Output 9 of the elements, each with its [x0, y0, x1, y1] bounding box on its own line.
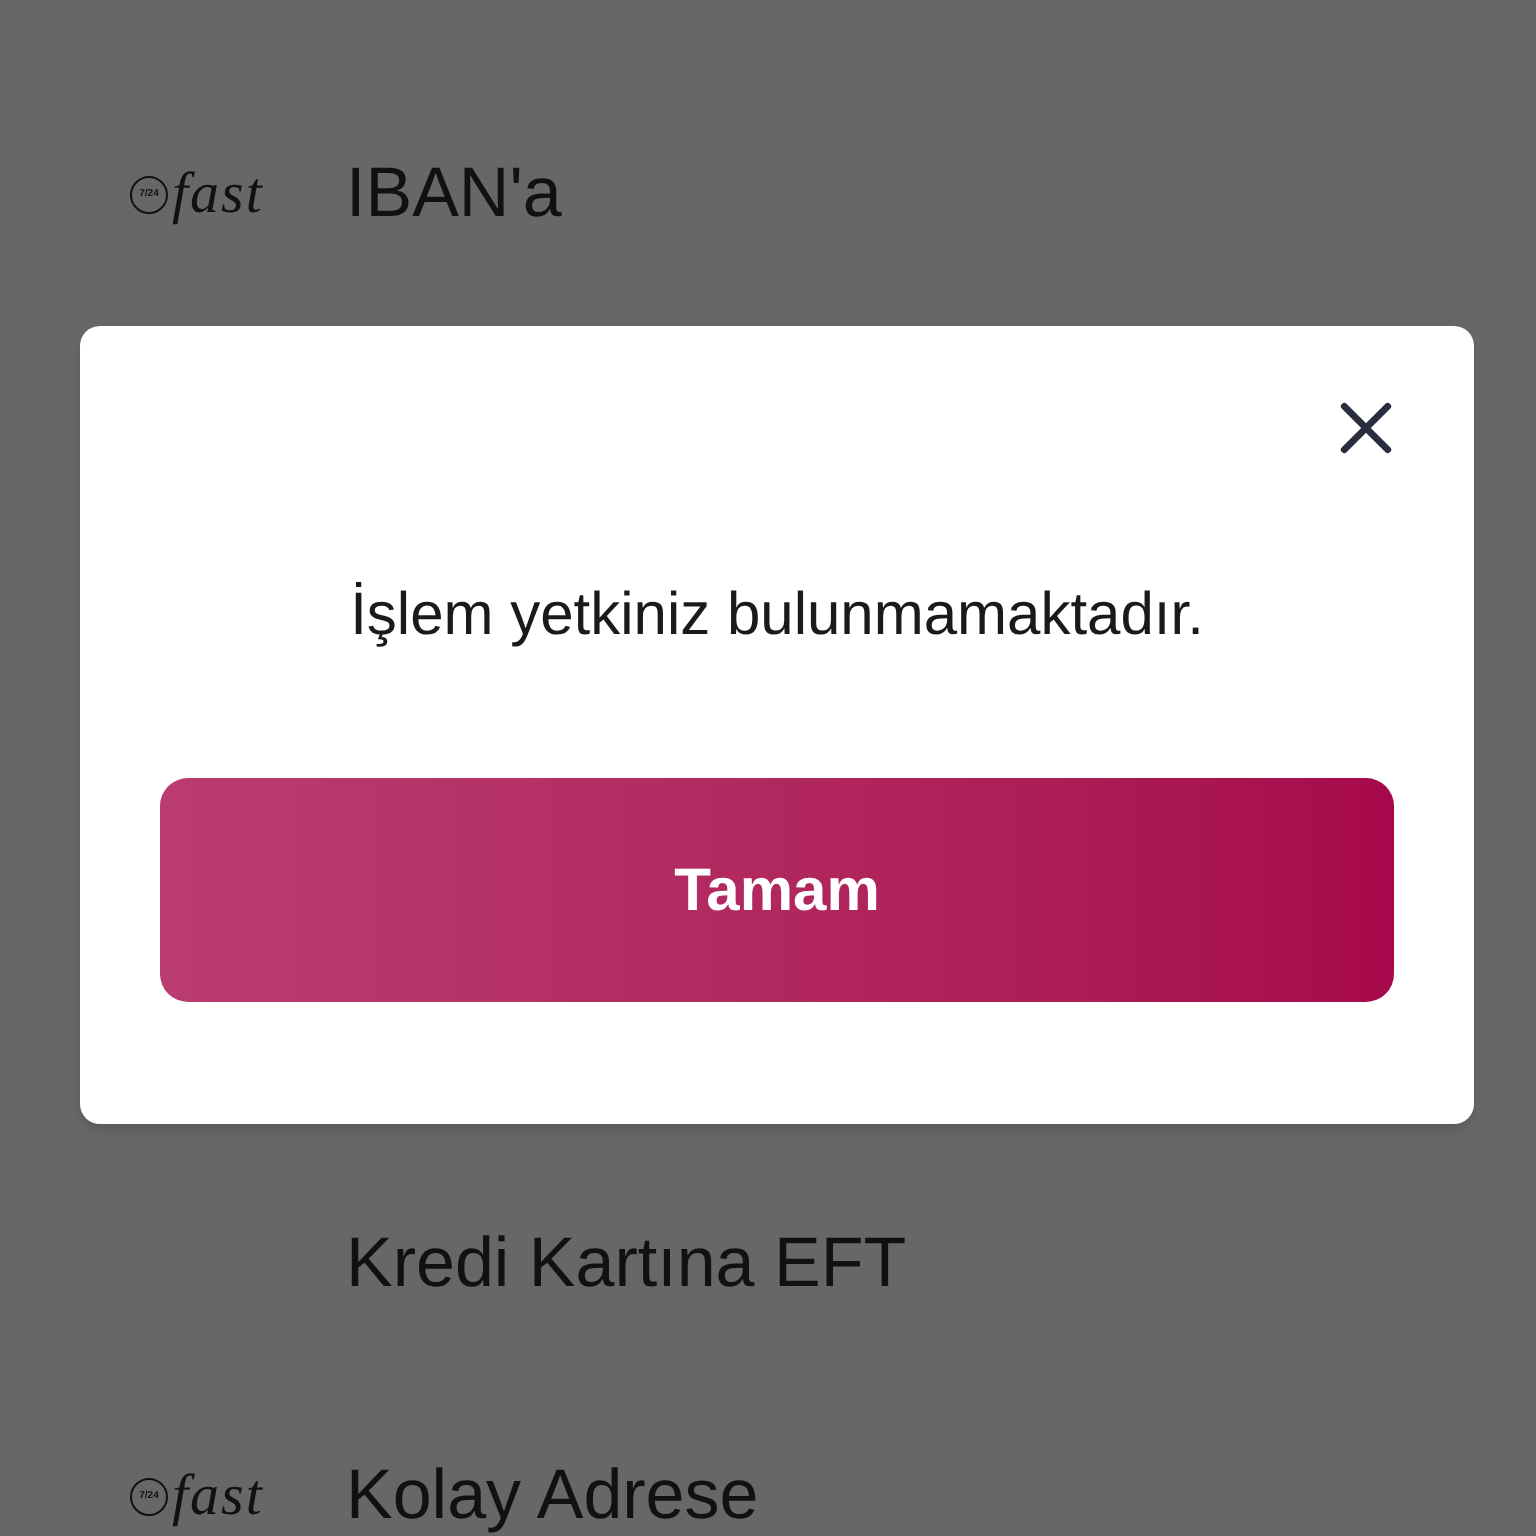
logo-wordmark: fast: [172, 1466, 264, 1526]
close-button[interactable]: [1338, 400, 1394, 456]
confirm-button[interactable]: Tamam: [160, 778, 1394, 1002]
logo-wordmark: fast: [172, 164, 264, 224]
transfer-option[interactable]: Kredi Kartına EFT: [346, 1224, 907, 1304]
transfer-option[interactable]: Kolay Adrese: [346, 1456, 759, 1536]
close-icon: [1340, 402, 1392, 454]
dialog-message: İşlem yetkiniz bulunmamaktadır.: [348, 582, 1206, 650]
transfer-option[interactable]: IBAN'a: [346, 154, 562, 234]
